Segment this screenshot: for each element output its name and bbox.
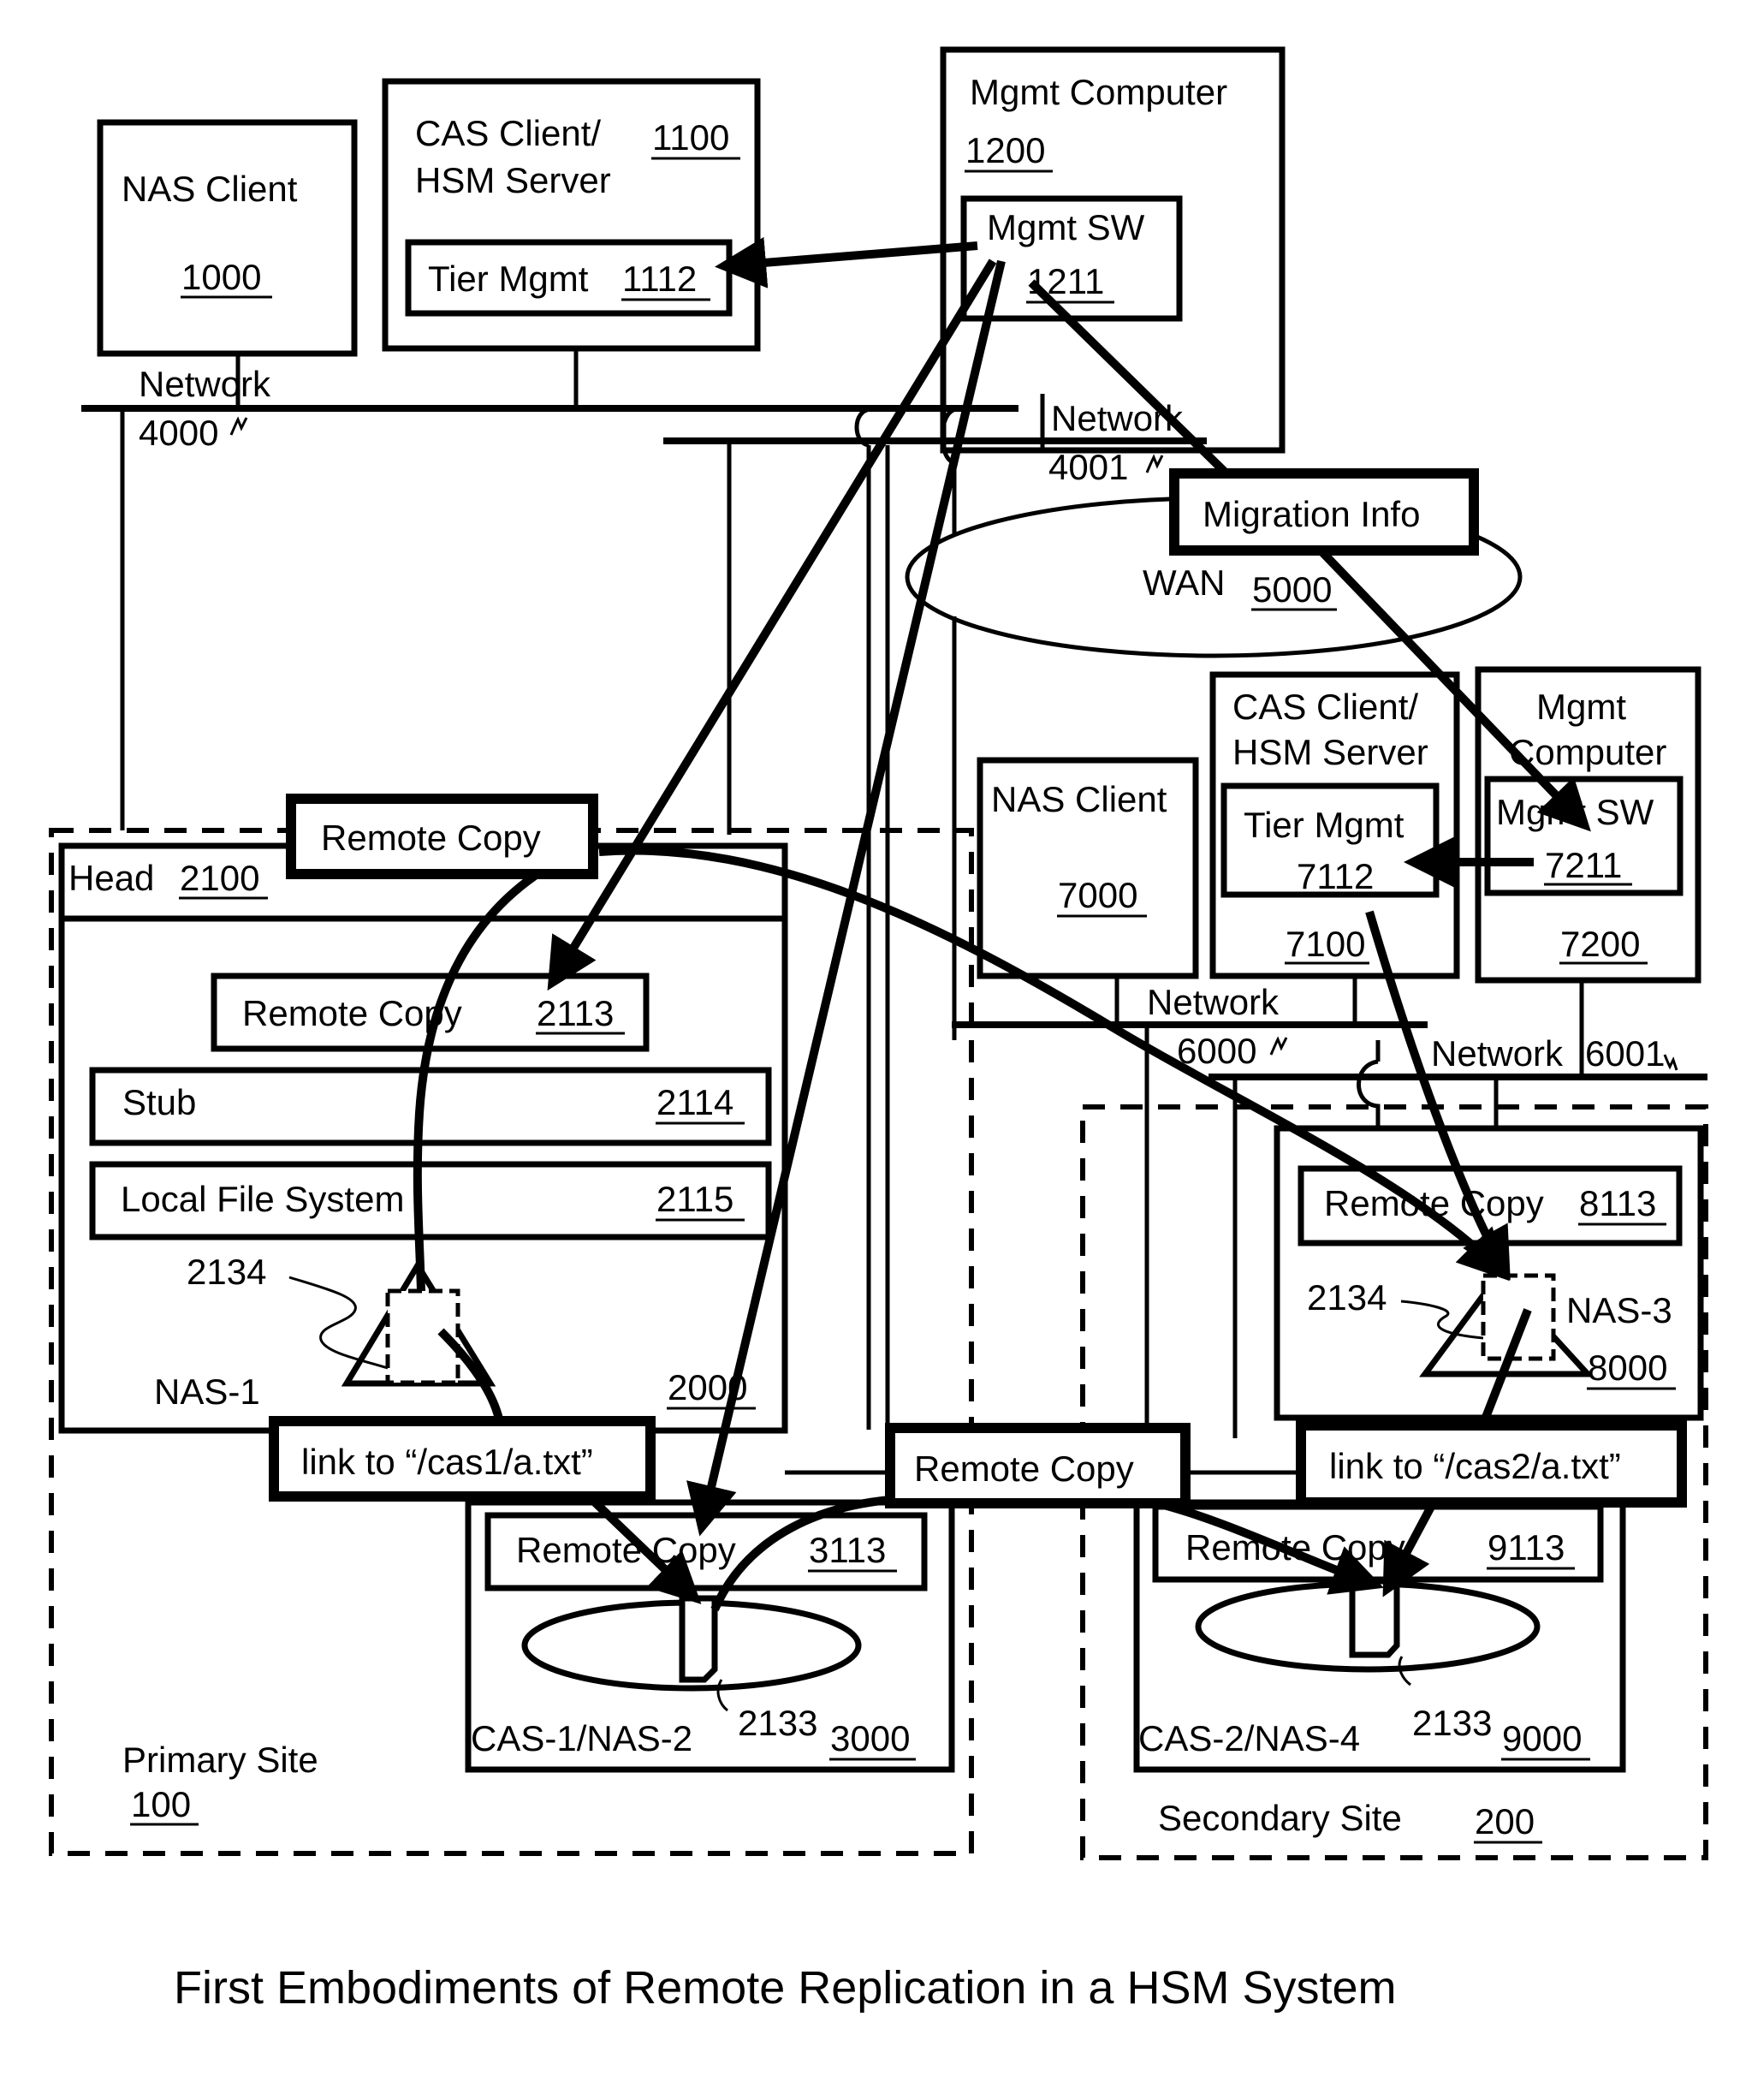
stub-ref: 2114	[656, 1082, 733, 1122]
mgmt-computer-7200-label-1: Mgmt	[1536, 687, 1626, 727]
nas1-name: NAS-1	[154, 1371, 260, 1412]
remote-copy-callout-middle-label: Remote Copy	[914, 1449, 1134, 1489]
cas-client-7100-ref: 7100	[1286, 924, 1365, 964]
cas-client-label-2: HSM Server	[415, 160, 611, 200]
local-fs-label: Local File System	[121, 1179, 404, 1219]
nas3-ref: 8000	[1588, 1347, 1667, 1388]
file-2133-ref: 2133	[738, 1703, 817, 1743]
file-2133-icon	[1349, 1578, 1400, 1658]
migration-info-label: Migration Info	[1203, 494, 1420, 534]
nas-client-7000-ref: 7000	[1058, 875, 1137, 915]
primary-site-ref: 100	[131, 1784, 191, 1824]
secondary-site-label: Secondary Site	[1158, 1798, 1402, 1838]
mgmt-computer-1200[interactable]: Mgmt Computer 1200 Mgmt SW 1211	[940, 46, 1286, 454]
cas-client-hsm-server-1100[interactable]: CAS Client/ HSM Server 1100 Tier Mgmt 11…	[382, 78, 761, 352]
cas-client-hsm-server-7100[interactable]: CAS Client/ HSM Server Tier Mgmt 7112 71…	[1209, 671, 1460, 979]
cas1-name: CAS-1/NAS-2	[471, 1718, 692, 1758]
cas-client-label-1: CAS Client/	[415, 113, 601, 153]
remote-copy-9113-ref: 9113	[1488, 1527, 1565, 1568]
tier-mgmt-7112-ref: 7112	[1297, 856, 1374, 896]
wan-label: WAN	[1143, 562, 1225, 603]
cas-client-7100-label-2: HSM Server	[1232, 732, 1428, 772]
mgmt-computer-ref: 1200	[965, 130, 1045, 170]
network-6001-label: Network	[1431, 1033, 1564, 1074]
tier-mgmt-1112[interactable]: Tier Mgmt 1112	[405, 239, 733, 317]
cas-client-7100-label-1: CAS Client/	[1232, 687, 1418, 727]
remote-copy-callout-top: Remote Copy	[286, 794, 598, 879]
link-cas1-label: link to “/cas1/a.txt”	[301, 1442, 593, 1482]
stub-2114[interactable]: Stub 2114	[89, 1067, 772, 1146]
cas2-nas4-9000[interactable]: Remote Copy 9113 CAS-2/NAS-4 2133 9000	[1133, 1499, 1626, 1773]
tier-mgmt-label: Tier Mgmt	[428, 259, 589, 299]
nas-client-7000[interactable]: NAS Client 7000	[977, 757, 1199, 979]
wan-ref: 5000	[1252, 569, 1332, 610]
link-cas2-label: link to “/cas2/a.txt”	[1329, 1446, 1621, 1486]
link-cas1-callout: link to “/cas1/a.txt”	[269, 1416, 656, 1502]
stub-label: Stub	[122, 1082, 196, 1122]
nas-client-7000-label: NAS Client	[991, 779, 1167, 819]
cas1-ref: 3000	[830, 1718, 910, 1758]
nas-client-label: NAS Client	[122, 169, 298, 209]
head-label: Head	[68, 858, 154, 898]
network-4001-ref: 4001	[1048, 447, 1128, 487]
nas3-8000[interactable]: Remote Copy 8113 2134 NAS-3 8000	[1274, 1125, 1704, 1421]
mgmt-computer-7200[interactable]: Mgmt Computer Mgmt SW 7211 7200	[1475, 666, 1701, 984]
nas3-name: NAS-3	[1566, 1290, 1672, 1330]
mgmt-computer-label: Mgmt Computer	[970, 72, 1227, 112]
remote-copy-callout-top-label: Remote Copy	[321, 818, 541, 858]
mgmt-sw-label: Mgmt SW	[987, 207, 1145, 247]
cas-client-ref: 1100	[652, 117, 729, 158]
network-4000-label: Network	[139, 364, 271, 404]
hsm-replication-diagram: NAS Client 1000 CAS Client/ HSM Server 1…	[49, 46, 1708, 2014]
remote-copy-9113[interactable]: Remote Copy 9113	[1152, 1503, 1604, 1583]
remote-copy-2113-ref: 2113	[537, 993, 614, 1033]
network-4000: Network 4000	[81, 348, 1018, 830]
network-4000-ref: 4000	[139, 413, 218, 453]
stub-file-icon	[1481, 1273, 1556, 1361]
head-ref: 2100	[180, 858, 259, 898]
cas1-nas2-3000[interactable]: Remote Copy 3113 CAS-1/NAS-2 2133 3000	[465, 1499, 955, 1773]
remote-copy-3113[interactable]: Remote Copy 3113	[484, 1512, 928, 1591]
tier-mgmt-7112[interactable]: Tier Mgmt 7112	[1220, 782, 1440, 898]
tier-mgmt-ref: 1112	[622, 259, 697, 299]
cas2-name: CAS-2/NAS-4	[1138, 1718, 1360, 1758]
nas-client-1000[interactable]: NAS Client 1000	[97, 119, 358, 357]
local-file-system-2115[interactable]: Local File System 2115	[89, 1161, 772, 1240]
mgmt-sw-7211-ref: 7211	[1545, 845, 1622, 885]
link-cas2-callout: link to “/cas2/a.txt”	[1296, 1420, 1687, 1508]
stub-2134-ref: 2134	[1307, 1277, 1387, 1318]
remote-copy-callout-middle: Remote Copy	[885, 1423, 1191, 1508]
file-2133-icon	[679, 1595, 718, 1683]
remote-copy-8113[interactable]: Remote Copy 8113	[1298, 1165, 1683, 1246]
remote-copy-3113-ref: 3113	[809, 1530, 886, 1570]
network-4001-label: Network	[1051, 398, 1184, 438]
network-6000-ref: 6000	[1177, 1031, 1256, 1071]
file-2133-ref: 2133	[1412, 1703, 1492, 1743]
remote-copy-8113-ref: 8113	[1579, 1183, 1656, 1223]
migration-info-callout: Migration Info	[1169, 468, 1479, 556]
primary-site-label: Primary Site	[122, 1740, 318, 1780]
remote-copy-9113-label: Remote Copy	[1185, 1527, 1405, 1568]
stub-2134-ref: 2134	[187, 1252, 266, 1292]
secondary-site-ref: 200	[1475, 1801, 1535, 1841]
nas-client-ref: 1000	[181, 257, 261, 297]
figure-caption: First Embodiments of Remote Replication …	[174, 1962, 1397, 2014]
nas1-2000[interactable]: Head 2100 Remote Copy 2113 Stub 2114 Loc…	[58, 842, 788, 1434]
mgmt-computer-7200-ref: 7200	[1560, 924, 1640, 964]
network-6000-label: Network	[1147, 982, 1280, 1022]
local-fs-ref: 2115	[656, 1179, 733, 1219]
cas2-ref: 9000	[1502, 1718, 1582, 1758]
network-6001-ref: 6001	[1585, 1033, 1665, 1074]
mgmt-sw-7211[interactable]: Mgmt SW 7211	[1484, 776, 1684, 896]
tier-mgmt-7112-label: Tier Mgmt	[1244, 805, 1404, 845]
